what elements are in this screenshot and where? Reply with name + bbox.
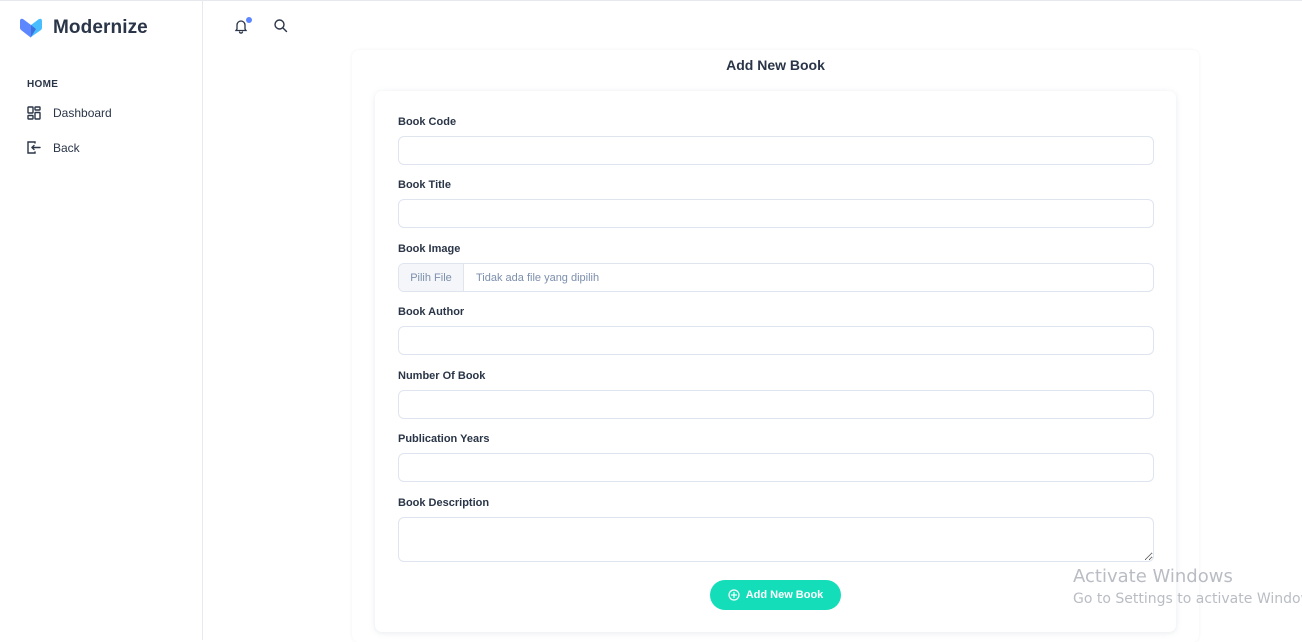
number-of-book-label: Number Of Book <box>398 370 486 382</box>
add-new-book-button[interactable]: Add New Book <box>710 580 841 610</box>
sidebar-item-label: Dashboard <box>53 105 112 120</box>
search-icon <box>273 18 288 38</box>
sidebar-item-label: Back <box>53 140 80 155</box>
logout-icon <box>26 140 41 155</box>
book-code-label: Book Code <box>398 116 457 128</box>
book-description-textarea[interactable] <box>398 517 1154 562</box>
file-status-text: Tidak ada file yang dipilih <box>476 271 600 284</box>
book-image-file-input[interactable]: Pilih File Tidak ada file yang dipilih <box>398 263 1154 292</box>
book-author-input[interactable] <box>398 326 1154 355</box>
sidebar-item-back[interactable]: Back <box>26 140 80 155</box>
dashboard-grid-icon <box>26 105 41 120</box>
windows-activation-watermark: Activate Windows Go to Settings to activ… <box>1073 566 1302 607</box>
brand-logo[interactable]: Modernize <box>18 17 148 39</box>
book-image-label: Book Image <box>398 243 461 255</box>
modernize-logo-icon <box>18 17 45 39</box>
watermark-line-1: Activate Windows <box>1073 566 1233 587</box>
notification-dot <box>246 17 252 23</box>
search-button[interactable] <box>271 19 289 37</box>
book-description-label: Book Description <box>398 497 490 509</box>
add-new-book-label: Add New Book <box>745 589 824 601</box>
number-of-book-input[interactable] <box>398 390 1154 419</box>
book-title-label: Book Title <box>398 179 451 191</box>
publication-years-label: Publication Years <box>398 433 490 445</box>
nav-caption-home: HOME <box>27 79 59 90</box>
watermark-line-2: Go to Settings to activate Windows. <box>1073 591 1302 607</box>
choose-file-button[interactable]: Pilih File <box>399 264 464 291</box>
sidebar-item-dashboard[interactable]: Dashboard <box>26 105 112 120</box>
book-title-input[interactable] <box>398 199 1154 228</box>
book-author-label: Book Author <box>398 306 465 318</box>
sidebar: Modernize HOME Dashboard Back <box>0 1 203 640</box>
book-code-input[interactable] <box>398 136 1154 165</box>
publication-years-input[interactable] <box>398 453 1154 482</box>
page-title: Add New Book <box>726 57 825 73</box>
plus-circle-icon <box>728 589 740 601</box>
brand-name: Modernize <box>53 17 148 38</box>
notifications-button[interactable] <box>232 17 252 37</box>
